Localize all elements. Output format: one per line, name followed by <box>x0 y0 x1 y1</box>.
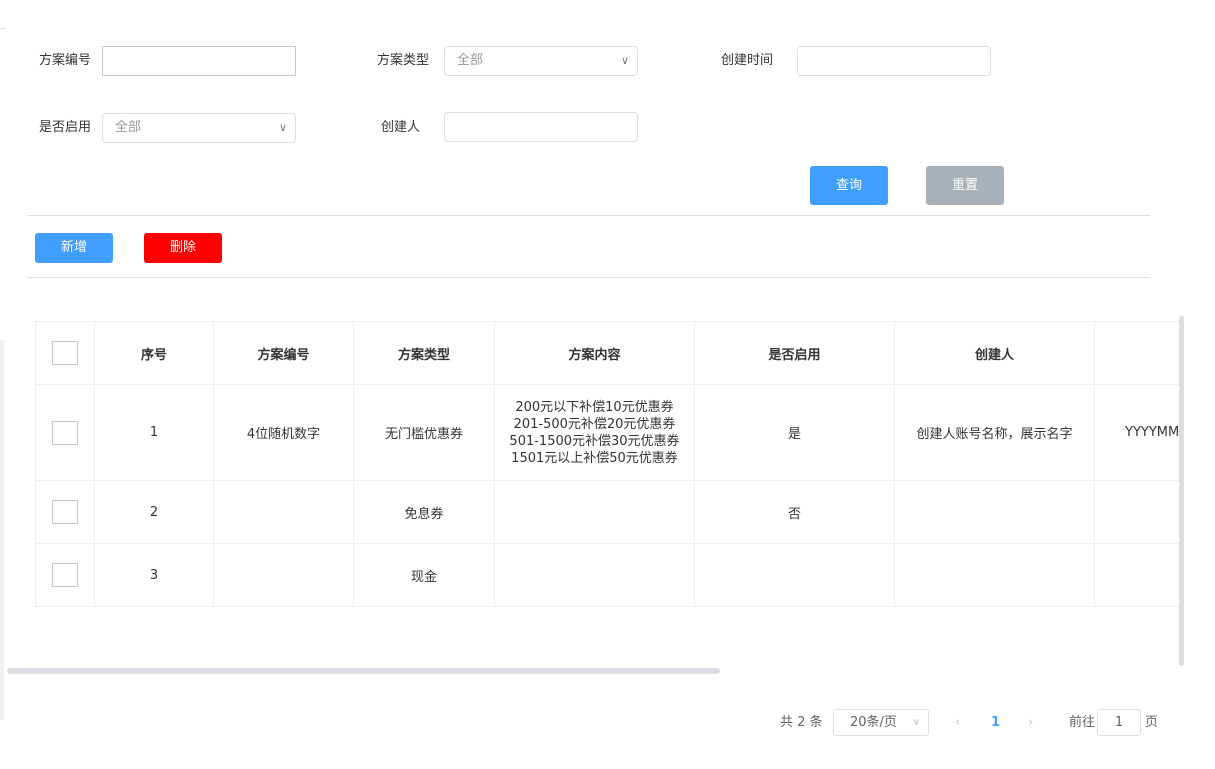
cell-created: YYYYMM <box>1094 384 1180 481</box>
header-enabled: 是否启用 <box>694 321 895 385</box>
cell-index: 1 <box>94 384 214 481</box>
header-scheme-no: 方案编号 <box>213 321 354 385</box>
cell-creator: 创建人账号名称，展示名字 <box>894 384 1095 481</box>
delete-button[interactable]: 删除 <box>144 233 222 263</box>
creator-input[interactable] <box>444 112 638 142</box>
scheme-type-label: 方案类型 <box>377 53 430 68</box>
scheme-type-select[interactable]: 全部 ∨ <box>444 46 638 76</box>
table-header-row: 序号 方案编号 方案类型 方案内容 是否启用 创建人 创 <box>35 321 1180 385</box>
row-checkbox[interactable] <box>52 500 78 524</box>
header-scheme-type: 方案类型 <box>353 321 495 385</box>
cell-index: 3 <box>94 543 214 607</box>
header-creator: 创建人 <box>894 321 1095 385</box>
content-line: 1501元以上补偿50元优惠券 <box>511 450 678 466</box>
cell-creator <box>894 543 1095 607</box>
cell-enabled: 是 <box>694 384 895 481</box>
table-row: 2 免息券 否 <box>35 480 1180 544</box>
scheme-no-label: 方案编号 <box>39 53 92 68</box>
cell-enabled: 否 <box>694 480 895 544</box>
query-button[interactable]: 查询 <box>810 166 888 205</box>
data-table: 序号 方案编号 方案类型 方案内容 是否启用 创建人 创 1 4位随机数字 无门… <box>35 321 1180 607</box>
cell-created-value: YYYYMM <box>1125 425 1180 440</box>
header-index: 序号 <box>94 321 214 385</box>
cell-creator <box>894 480 1095 544</box>
cell-content: 200元以下补偿10元优惠券 201-500元补偿20元优惠券 501-1500… <box>494 384 695 481</box>
pagination-total: 共 2 条 <box>780 715 823 730</box>
row-checkbox[interactable] <box>52 420 78 445</box>
content-line: 201-500元补偿20元优惠券 <box>513 416 676 432</box>
enabled-label: 是否启用 <box>39 120 92 135</box>
header-content: 方案内容 <box>494 321 695 385</box>
content-line: 501-1500元补偿30元优惠券 <box>509 433 680 449</box>
cell-index: 2 <box>94 480 214 544</box>
chevron-down-icon: ∨ <box>912 717 920 728</box>
row-checkbox-cell <box>35 480 95 544</box>
vertical-scrollbar[interactable] <box>1179 316 1184 666</box>
cell-scheme-no <box>213 543 354 607</box>
row-checkbox-cell <box>35 543 95 607</box>
cell-scheme-type: 无门槛优惠券 <box>353 384 495 481</box>
enabled-select[interactable]: 全部 ∨ <box>102 113 296 143</box>
horizontal-scrollbar[interactable] <box>7 668 720 674</box>
cell-scheme-type: 免息券 <box>353 480 495 544</box>
cell-created <box>1094 543 1180 607</box>
content-line: 200元以下补偿10元优惠券 <box>515 399 674 415</box>
table-row: 3 现金 <box>35 543 1180 607</box>
header-created: 创 <box>1094 321 1180 385</box>
cell-scheme-no: 4位随机数字 <box>213 384 354 481</box>
chevron-down-icon: ∨ <box>278 121 287 134</box>
goto-label: 前往 <box>1069 715 1096 730</box>
cell-content <box>494 480 695 544</box>
cell-enabled <box>694 543 895 607</box>
page-size-value: 20条/页 <box>850 715 897 730</box>
divider <box>27 215 1150 216</box>
left-edge <box>0 340 4 720</box>
created-time-input[interactable] <box>797 46 991 76</box>
page-size-select[interactable]: 20条/页 ∨ <box>833 709 929 736</box>
select-all-checkbox[interactable] <box>52 341 78 365</box>
cell-scheme-type: 现金 <box>353 543 495 607</box>
scheme-no-input[interactable] <box>102 46 296 76</box>
reset-button[interactable]: 重置 <box>926 166 1004 205</box>
chevron-down-icon: ∨ <box>620 54 629 67</box>
created-time-label: 创建时间 <box>721 53 774 68</box>
next-page-button[interactable]: › <box>1028 711 1033 735</box>
cell-content <box>494 543 695 607</box>
goto-page-input[interactable]: 1 <box>1097 709 1141 736</box>
data-table-viewport: 序号 方案编号 方案类型 方案内容 是否启用 创建人 创 1 4位随机数字 无门… <box>35 321 1180 611</box>
page-unit-label: 页 <box>1145 715 1159 730</box>
corner-divider <box>0 28 6 29</box>
current-page[interactable]: 1 <box>991 711 1000 735</box>
row-checkbox-cell <box>35 384 95 481</box>
row-checkbox[interactable] <box>52 563 78 587</box>
creator-label: 创建人 <box>381 120 421 135</box>
table-row: 1 4位随机数字 无门槛优惠券 200元以下补偿10元优惠券 201-500元补… <box>35 384 1180 481</box>
cell-scheme-no <box>213 480 354 544</box>
scheme-type-value: 全部 <box>457 53 484 68</box>
enabled-value: 全部 <box>115 120 142 135</box>
add-button[interactable]: 新增 <box>35 233 113 263</box>
cell-created <box>1094 480 1180 544</box>
select-all-cell <box>35 321 95 385</box>
prev-page-button[interactable]: ‹ <box>955 711 960 735</box>
divider <box>27 277 1150 278</box>
